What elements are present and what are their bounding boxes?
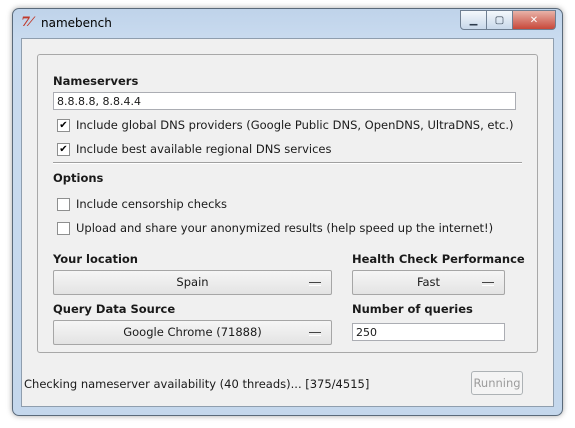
section-divider	[53, 162, 522, 164]
location-dropdown[interactable]: Spain	[53, 270, 332, 295]
title-bar[interactable]: 7⁄ namebench ▁ ▢ ✕	[13, 9, 562, 39]
close-icon: ✕	[529, 14, 539, 26]
maximize-button[interactable]: ▢	[486, 10, 513, 30]
censorship-checkbox-row[interactable]: Include censorship checks	[57, 197, 227, 211]
window-title: namebench	[41, 16, 112, 30]
location-value: Spain	[176, 275, 209, 289]
data-source-dropdown[interactable]: Google Chrome (71888)	[53, 320, 332, 345]
app-window: 7⁄ namebench ▁ ▢ ✕ Nameservers 8.8.8.8, …	[12, 8, 563, 416]
global-dns-checkbox[interactable]: ✔	[57, 118, 70, 132]
regional-dns-checkbox[interactable]: ✔	[57, 142, 70, 156]
global-dns-label: Include global DNS providers (Google Pub…	[76, 118, 514, 132]
running-button[interactable]: Running	[471, 371, 523, 395]
client-area: Nameservers 8.8.8.8, 8.8.4.4 ✔ Include g…	[21, 38, 554, 407]
maximize-icon: ▢	[494, 14, 505, 26]
upload-results-checkbox-row[interactable]: Upload and share your anonymized results…	[57, 221, 493, 235]
location-heading: Your location	[53, 252, 138, 266]
upload-results-checkbox[interactable]	[57, 221, 70, 235]
queries-input[interactable]: 250	[352, 323, 505, 341]
minimize-icon: ▁	[469, 14, 478, 26]
namebench-logo-icon: 7⁄	[21, 15, 33, 30]
global-dns-checkbox-row[interactable]: ✔ Include global DNS providers (Google P…	[57, 118, 513, 132]
options-heading: Options	[53, 171, 104, 185]
dropdown-arrow-icon	[309, 282, 321, 286]
censorship-checkbox[interactable]	[57, 197, 70, 211]
upload-results-label: Upload and share your anonymized results…	[76, 221, 494, 235]
nameservers-input[interactable]: 8.8.8.8, 8.8.4.4	[53, 92, 516, 110]
status-text: Checking nameserver availability (40 thr…	[24, 377, 370, 391]
queries-heading: Number of queries	[352, 302, 473, 316]
health-check-heading: Health Check Performance	[352, 252, 525, 266]
nameservers-heading: Nameservers	[53, 74, 139, 88]
health-check-dropdown[interactable]: Fast	[352, 270, 505, 295]
dropdown-arrow-icon	[309, 332, 321, 336]
minimize-button[interactable]: ▁	[460, 10, 487, 30]
settings-panel: Nameservers 8.8.8.8, 8.8.4.4 ✔ Include g…	[37, 54, 538, 353]
data-source-heading: Query Data Source	[53, 302, 176, 316]
close-button[interactable]: ✕	[512, 10, 556, 30]
caption-buttons: ▁ ▢ ✕	[460, 10, 556, 30]
dropdown-arrow-icon	[482, 282, 494, 286]
regional-dns-checkbox-row[interactable]: ✔ Include best available regional DNS se…	[57, 142, 331, 156]
health-check-value: Fast	[416, 275, 441, 289]
regional-dns-label: Include best available regional DNS serv…	[76, 142, 332, 156]
data-source-value: Google Chrome (71888)	[123, 325, 262, 339]
censorship-label: Include censorship checks	[76, 197, 228, 211]
